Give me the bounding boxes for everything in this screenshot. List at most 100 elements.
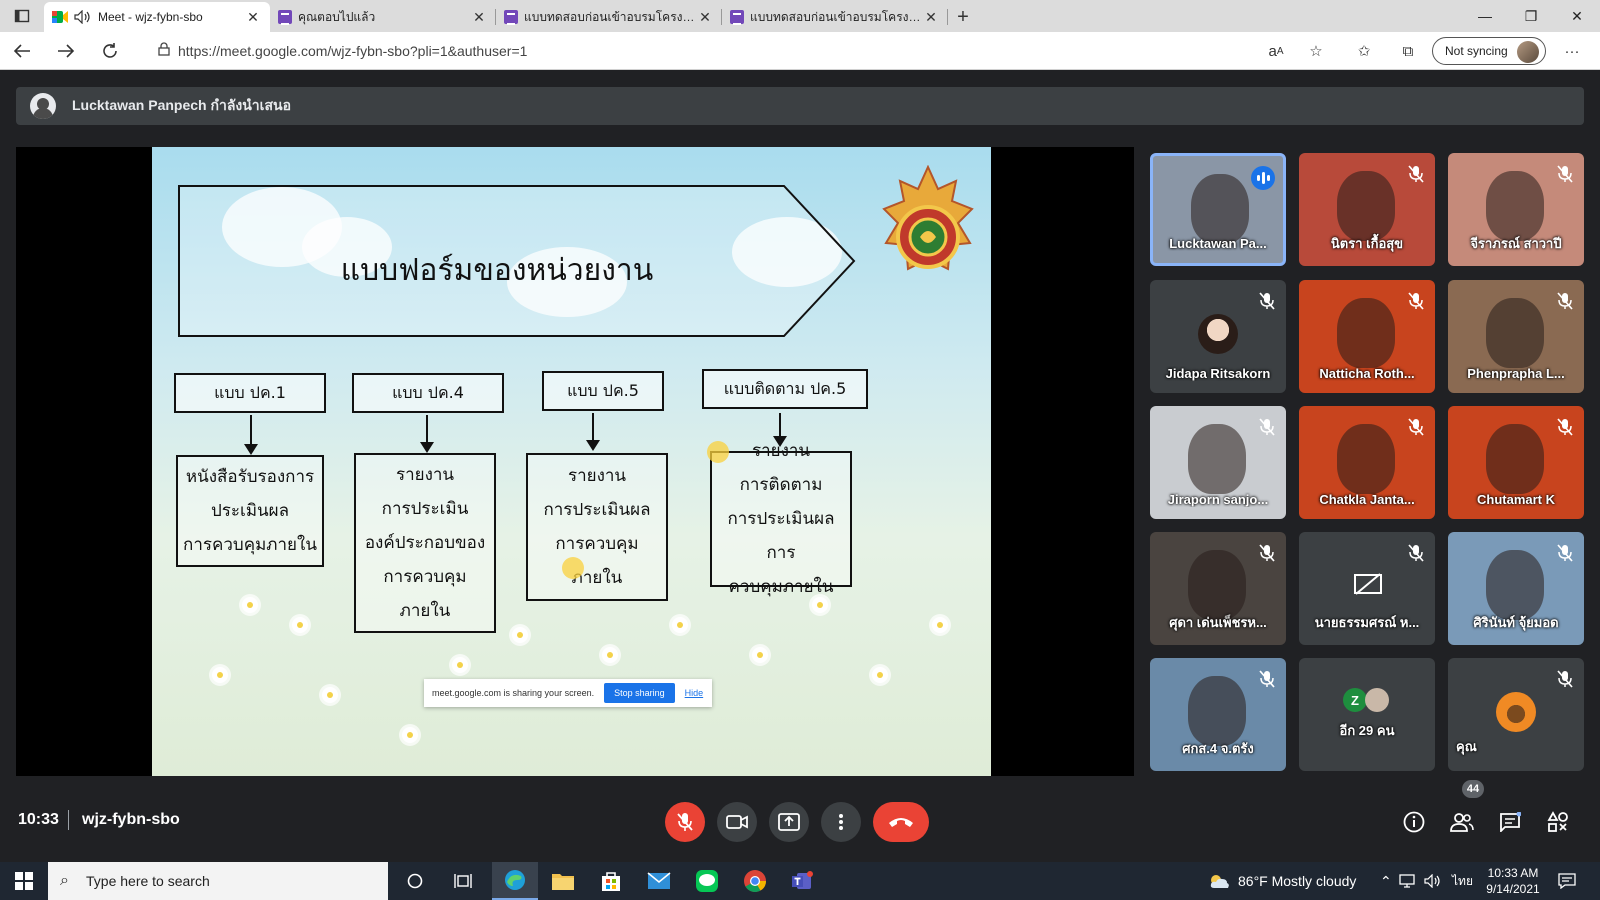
close-tab-icon[interactable]: ✕ xyxy=(922,9,940,26)
participant-tile[interactable]: Z อีก 29 คน xyxy=(1299,658,1435,771)
mic-off-icon xyxy=(677,813,693,831)
close-tab-icon[interactable]: ✕ xyxy=(696,9,714,26)
browser-tab-meet[interactable]: Meet - wjz-fybn-sbo ✕ xyxy=(44,2,270,32)
flower-decoration xyxy=(242,597,258,613)
participant-tile[interactable]: นิตรา เกื้อสุข xyxy=(1299,153,1435,266)
browser-tab-forms-3[interactable]: แบบทดสอบก่อนเข้าอบรมโครงการ "อบ ✕ xyxy=(722,2,948,32)
present-now-button[interactable] xyxy=(769,802,809,842)
tab-title: Meet - wjz-fybn-sbo xyxy=(98,10,203,24)
mail-icon[interactable] xyxy=(636,862,682,900)
people-button[interactable] xyxy=(1448,808,1476,836)
more-options-icon[interactable]: ··· xyxy=(1554,32,1590,70)
lock-icon[interactable] xyxy=(150,42,178,59)
participant-tile[interactable]: Chutamart K xyxy=(1448,406,1584,519)
network-icon[interactable] xyxy=(1398,862,1416,900)
file-explorer-icon[interactable] xyxy=(540,862,586,900)
audio-playing-icon[interactable] xyxy=(74,10,92,24)
avatar: Z xyxy=(1343,688,1367,712)
weather-widget[interactable]: 86°F Mostly cloudy xyxy=(1208,862,1356,900)
line-app-icon[interactable] xyxy=(684,862,730,900)
participant-tile[interactable]: ศกส.4 จ.ตรัง xyxy=(1150,658,1286,771)
flower-decoration xyxy=(672,617,688,633)
tab-actions-menu[interactable] xyxy=(0,0,44,32)
forward-arrow-icon xyxy=(58,43,75,58)
volume-icon[interactable] xyxy=(1424,862,1442,900)
participant-tile[interactable]: นายธรรมศรณ์ ห... xyxy=(1299,532,1435,645)
close-window-icon[interactable]: ✕ xyxy=(1554,0,1600,32)
chat-button[interactable] xyxy=(1496,808,1524,836)
show-hidden-icons[interactable]: ⌃ xyxy=(1380,862,1392,900)
camera-toggle-button[interactable] xyxy=(717,802,757,842)
leave-call-button[interactable] xyxy=(873,802,929,842)
chat-icon xyxy=(1500,812,1521,832)
close-tab-icon[interactable]: ✕ xyxy=(244,9,262,26)
add-favorite-icon[interactable]: ☆ xyxy=(1298,32,1334,70)
collections-icon[interactable]: ⧉ xyxy=(1390,32,1426,70)
profile-sync-button[interactable]: Not syncing xyxy=(1432,37,1546,65)
cortana-icon[interactable] xyxy=(392,862,438,900)
participant-tile[interactable]: ศุดา เด่นเพ็ชรห... xyxy=(1150,532,1286,645)
address-bar[interactable]: https://meet.google.com/wjz-fybn-sbo?pli… xyxy=(150,37,1260,65)
participant-video xyxy=(1337,424,1395,494)
refresh-button[interactable] xyxy=(88,32,132,70)
meeting-details-button[interactable] xyxy=(1400,808,1428,836)
read-aloud-icon[interactable]: aA xyxy=(1258,32,1294,70)
clock-time: 10:33 AM xyxy=(1487,866,1539,880)
forward-button[interactable] xyxy=(44,32,88,70)
taskbar-search-box[interactable]: ⌕ Type here to search xyxy=(48,862,388,900)
form-header-pk4: แบบ ปค.4 xyxy=(352,373,504,413)
notifications-icon[interactable] xyxy=(1558,862,1576,900)
participant-tile[interactable]: Jidapa Ritsakorn xyxy=(1150,280,1286,393)
presenting-banner: Lucktawan Panpech กำลังนำเสนอ xyxy=(16,87,1584,125)
participant-video xyxy=(1188,676,1246,746)
down-arrow xyxy=(586,413,600,451)
browser-tab-forms-2[interactable]: แบบทดสอบก่อนเข้าอบรมโครงการ "อบ ✕ xyxy=(496,2,722,32)
teams-icon[interactable] xyxy=(780,862,826,900)
participant-tile[interactable]: คุณ xyxy=(1448,658,1584,771)
participant-tile[interactable]: Natticha Roth... xyxy=(1299,280,1435,393)
participant-tile[interactable]: Jiraporn sanjo... xyxy=(1150,406,1286,519)
participant-name: Jidapa Ritsakorn xyxy=(1165,366,1271,381)
microsoft-store-icon[interactable] xyxy=(588,862,634,900)
search-placeholder: Type here to search xyxy=(86,873,210,889)
restore-icon[interactable]: ❐ xyxy=(1508,0,1554,32)
participant-tile[interactable]: Lucktawan Pa... xyxy=(1150,153,1286,266)
chrome-icon[interactable] xyxy=(732,862,778,900)
refresh-icon xyxy=(103,42,117,58)
hide-notice-link[interactable]: Hide xyxy=(685,688,704,698)
flower-decoration xyxy=(212,667,228,683)
profile-avatar xyxy=(1517,41,1539,63)
start-button[interactable] xyxy=(0,862,48,900)
down-arrow xyxy=(244,415,258,455)
google-meet-icon xyxy=(52,11,68,23)
participant-video xyxy=(1486,171,1544,241)
more-options-button[interactable] xyxy=(821,802,861,842)
participant-tile[interactable]: Phenprapha L... xyxy=(1448,280,1584,393)
input-language[interactable]: ไทย xyxy=(1452,862,1473,900)
participant-tile[interactable]: ศิรินันท์ จุ้ยมอด xyxy=(1448,532,1584,645)
participant-name: Natticha Roth... xyxy=(1319,366,1415,381)
favorites-icon[interactable]: ✩ xyxy=(1346,32,1382,70)
participant-name: อีก 29 คน xyxy=(1339,723,1395,738)
activities-button[interactable] xyxy=(1544,808,1572,836)
avatar xyxy=(1365,688,1389,712)
participant-tile[interactable]: จีราภรณ์ สาวาปี xyxy=(1448,153,1584,266)
back-button[interactable] xyxy=(0,32,44,70)
task-view-icon[interactable] xyxy=(440,862,486,900)
form-body-pk5: รายงาน การประเมินผล การควบคุม ภายใน xyxy=(526,453,668,601)
close-tab-icon[interactable]: ✕ xyxy=(470,9,488,26)
edge-browser-icon[interactable] xyxy=(492,862,538,900)
flower-decoration xyxy=(512,627,528,643)
new-tab-button[interactable]: + xyxy=(948,2,978,32)
minimize-icon[interactable]: — xyxy=(1462,0,1508,32)
speaking-indicator-icon xyxy=(1251,166,1275,190)
taskbar-clock[interactable]: 10:33 AM 9/14/2021 xyxy=(1476,865,1550,897)
participant-name: Chatkla Janta... xyxy=(1319,492,1415,507)
windows-taskbar: ⌕ Type here to search 86°F Mostly cloudy… xyxy=(0,862,1600,900)
participant-tile[interactable]: Chatkla Janta... xyxy=(1299,406,1435,519)
participant-name: Jiraporn sanjo... xyxy=(1167,492,1269,507)
stop-sharing-button[interactable]: Stop sharing xyxy=(604,683,675,703)
flower-decoration xyxy=(707,441,729,463)
browser-tab-forms-1[interactable]: คุณตอบไปแล้ว ✕ xyxy=(270,2,496,32)
microphone-toggle-button[interactable] xyxy=(665,802,705,842)
